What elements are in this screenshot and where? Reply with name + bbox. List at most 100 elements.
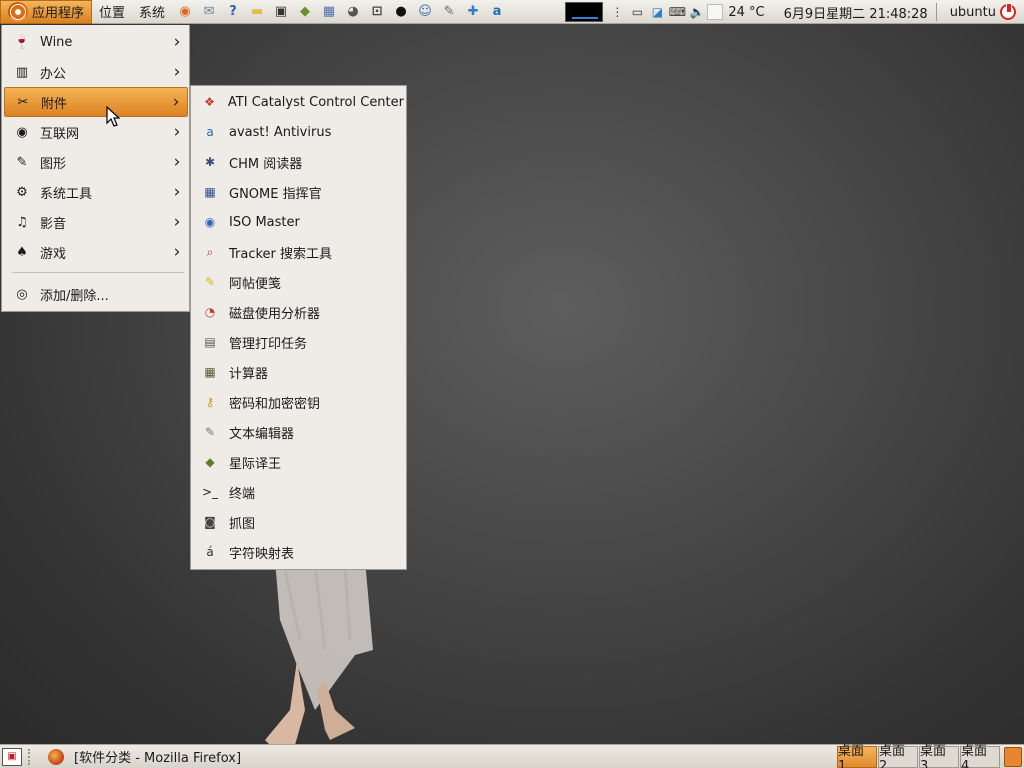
stardict-icon: ◆ xyxy=(205,455,215,469)
menu-item[interactable]: ♠ 游戏 › xyxy=(4,237,188,267)
bottom-panel: ▣ [软件分类 - Mozilla Firefox] 桌面 1 桌面 2 桌面 3桌… xyxy=(0,744,1024,768)
terminal-icon[interactable]: ▣ xyxy=(270,1,292,23)
submenu-item-label: 计算器 xyxy=(229,366,269,382)
display-icon[interactable]: ▭ xyxy=(627,2,647,22)
accessories-icon: ✂ xyxy=(17,94,29,110)
submenu-item-label: ATI Catalyst Control Center xyxy=(227,94,404,110)
avast-icon[interactable]: a xyxy=(486,1,508,23)
submenu-item-label: 字符映射表 xyxy=(229,546,295,562)
applications-dropdown: 🍷 Wine › ▥ 办公 › ✂ 附件 › ◉ 互联网 › ✎ 图形 › ⚙ 系统工具 › ♫ 影音 › ♠ 游戏 › ◎ 添加… xyxy=(1,25,190,312)
workspace-3[interactable]: 桌面 3 xyxy=(919,744,959,768)
calculator-icon: ▦ xyxy=(204,365,216,379)
submenu-item[interactable]: ⌕ Tracker 搜索工具 xyxy=(193,237,404,267)
accessories-submenu: ❖ ATI Catalyst Control Center a avast! Anti… xyxy=(190,85,407,570)
chevron-right-icon: › xyxy=(173,242,181,262)
sticky-notes-icon: ✎ xyxy=(204,275,216,289)
gnome-commander-icon: ▦ xyxy=(204,185,216,199)
file-manager-icon[interactable]: ▦ xyxy=(318,1,340,23)
ati-catalyst-icon: ❖ xyxy=(204,95,215,109)
weather-icon[interactable] xyxy=(707,4,724,20)
workspace-2[interactable]: 桌面 2 xyxy=(878,744,918,768)
temperature-label[interactable]: 24 °C xyxy=(723,5,769,20)
submenu-item[interactable]: ▦ 计算器 xyxy=(193,357,404,387)
menu-item[interactable]: ⚙ 系统工具 › xyxy=(4,177,188,207)
submenu-item[interactable]: >_ 终端 xyxy=(193,477,404,507)
submenu-item[interactable]: á 字符映射表 xyxy=(193,537,404,567)
iso-master-icon: ◉ xyxy=(204,215,216,229)
office-icon: ▥ xyxy=(15,64,29,80)
submenu-item[interactable]: ▤ 管理打印任务 xyxy=(193,327,404,357)
submenu-item[interactable]: ⚷ 密码和加密密钥 xyxy=(193,387,404,417)
qq-penguin-icon[interactable]: ● xyxy=(390,1,412,23)
workspace-4[interactable]: 桌面 4 xyxy=(960,744,1000,768)
panel-grip[interactable] xyxy=(28,748,34,765)
menu-item[interactable]: 🍷 Wine › xyxy=(4,27,188,57)
places-menu[interactable]: 位置 xyxy=(92,0,132,24)
submenu-item-label: CHM 阅读器 xyxy=(229,156,303,172)
menu-item[interactable]: ✎ 图形 › xyxy=(4,147,188,177)
power-icon[interactable] xyxy=(1000,3,1016,20)
menu-item[interactable]: ◉ 互联网 › xyxy=(4,117,188,147)
users-icon[interactable]: ☺ xyxy=(414,1,436,23)
submenu-item[interactable]: a avast! Antivirus xyxy=(193,117,404,147)
workspace-1[interactable]: 桌面 1 xyxy=(837,744,877,768)
add-remove-menu-item[interactable]: ◎ 添加/删除... xyxy=(4,279,188,309)
submenu-item[interactable]: ✎ 阿帖便笺 xyxy=(193,267,404,297)
show-desktop-button[interactable]: ▣ xyxy=(2,747,22,766)
menu-item-label: Wine xyxy=(40,34,73,50)
submenu-item[interactable]: ◔ 磁盘使用分析器 xyxy=(193,297,404,327)
mail-icon[interactable]: ✉ xyxy=(198,1,220,23)
submenu-item[interactable]: ◙ 抓图 xyxy=(193,507,404,537)
volume-icon[interactable]: 🔈 xyxy=(687,2,707,22)
avast-icon: a xyxy=(206,125,214,139)
submenu-item-label: 阿帖便笺 xyxy=(229,276,282,292)
system-menu[interactable]: 系统 xyxy=(132,0,172,24)
printer-icon: ▤ xyxy=(204,335,216,349)
chevron-right-icon: › xyxy=(173,182,181,202)
submenu-item[interactable]: ✎ 文本编辑器 xyxy=(193,417,404,447)
ubuntu-logo-icon xyxy=(8,1,28,22)
submenu-item[interactable]: ❖ ATI Catalyst Control Center xyxy=(193,87,404,117)
trash-icon[interactable] xyxy=(1004,747,1022,767)
menu-item[interactable]: ▥ 办公 › xyxy=(4,57,188,87)
add-remove-icon: ◎ xyxy=(16,286,28,302)
screenshot-icon[interactable]: ⊡ xyxy=(366,1,388,23)
menu-item[interactable]: ✂ 附件 › xyxy=(4,87,188,117)
dictionary-icon[interactable]: ◆ xyxy=(294,1,316,23)
submenu-item[interactable]: ◆ 星际译王 xyxy=(193,447,404,477)
system-menu-label: 系统 xyxy=(139,6,166,21)
clock[interactable]: 6月9日星期二 21:48:28 xyxy=(770,3,933,22)
keyboard-icon[interactable]: ⌨ xyxy=(667,2,687,22)
menu-item-label: 办公 xyxy=(40,66,67,82)
chevron-right-icon: › xyxy=(173,152,181,172)
submenu-item[interactable]: ▦ GNOME 指挥官 xyxy=(193,177,404,207)
drag-handle-icon[interactable]: ⋮ xyxy=(607,2,627,22)
network-manager-icon[interactable]: ◪ xyxy=(647,2,667,22)
submenu-item[interactable]: ✱ CHM 阅读器 xyxy=(193,147,404,177)
firefox-icon xyxy=(48,748,64,765)
taskbar-window-title: [软件分类 - Mozilla Firefox] xyxy=(74,751,242,766)
character-map-icon: á xyxy=(206,545,214,559)
chm-reader-icon: ✱ xyxy=(204,155,216,169)
system-tools-icon: ⚙ xyxy=(16,184,28,200)
folder-icon[interactable]: ▬ xyxy=(246,1,268,23)
submenu-item-label: 管理打印任务 xyxy=(229,336,308,352)
submenu-item[interactable]: ◉ ISO Master xyxy=(193,207,404,237)
username-label[interactable]: ubuntu xyxy=(940,5,1000,20)
help-icon[interactable]: ? xyxy=(222,1,244,23)
applications-menu[interactable]: 应用程序 xyxy=(0,0,93,24)
keys-icon: ⚷ xyxy=(205,395,215,409)
wallpaper-figure xyxy=(265,560,373,750)
system-monitor-graph[interactable] xyxy=(565,2,604,22)
menu-item[interactable]: ♫ 影音 › xyxy=(4,207,188,237)
submenu-item-label: ISO Master xyxy=(229,214,300,230)
submenu-item-label: GNOME 指挥官 xyxy=(229,186,322,202)
places-menu-label: 位置 xyxy=(99,6,126,21)
text-editor-icon[interactable]: ✎ xyxy=(438,1,460,23)
eye-icon[interactable]: ◕ xyxy=(342,1,364,23)
taskbar-window-button[interactable]: [软件分类 - Mozilla Firefox] xyxy=(42,746,247,768)
firefox-icon[interactable]: ◉ xyxy=(174,1,196,23)
network-icon[interactable]: ✚ xyxy=(462,1,484,23)
top-panel: 应用程序 位置 系统 ◉ ✉? ▬ ▣ ◆ ▦ ◕ ⊡ ● ☺ ✎ ✚ a ⋮ ▭ ◪ ⌨ 🔈 24 °… xyxy=(0,0,1024,24)
multimedia-icon: ♫ xyxy=(16,214,28,230)
